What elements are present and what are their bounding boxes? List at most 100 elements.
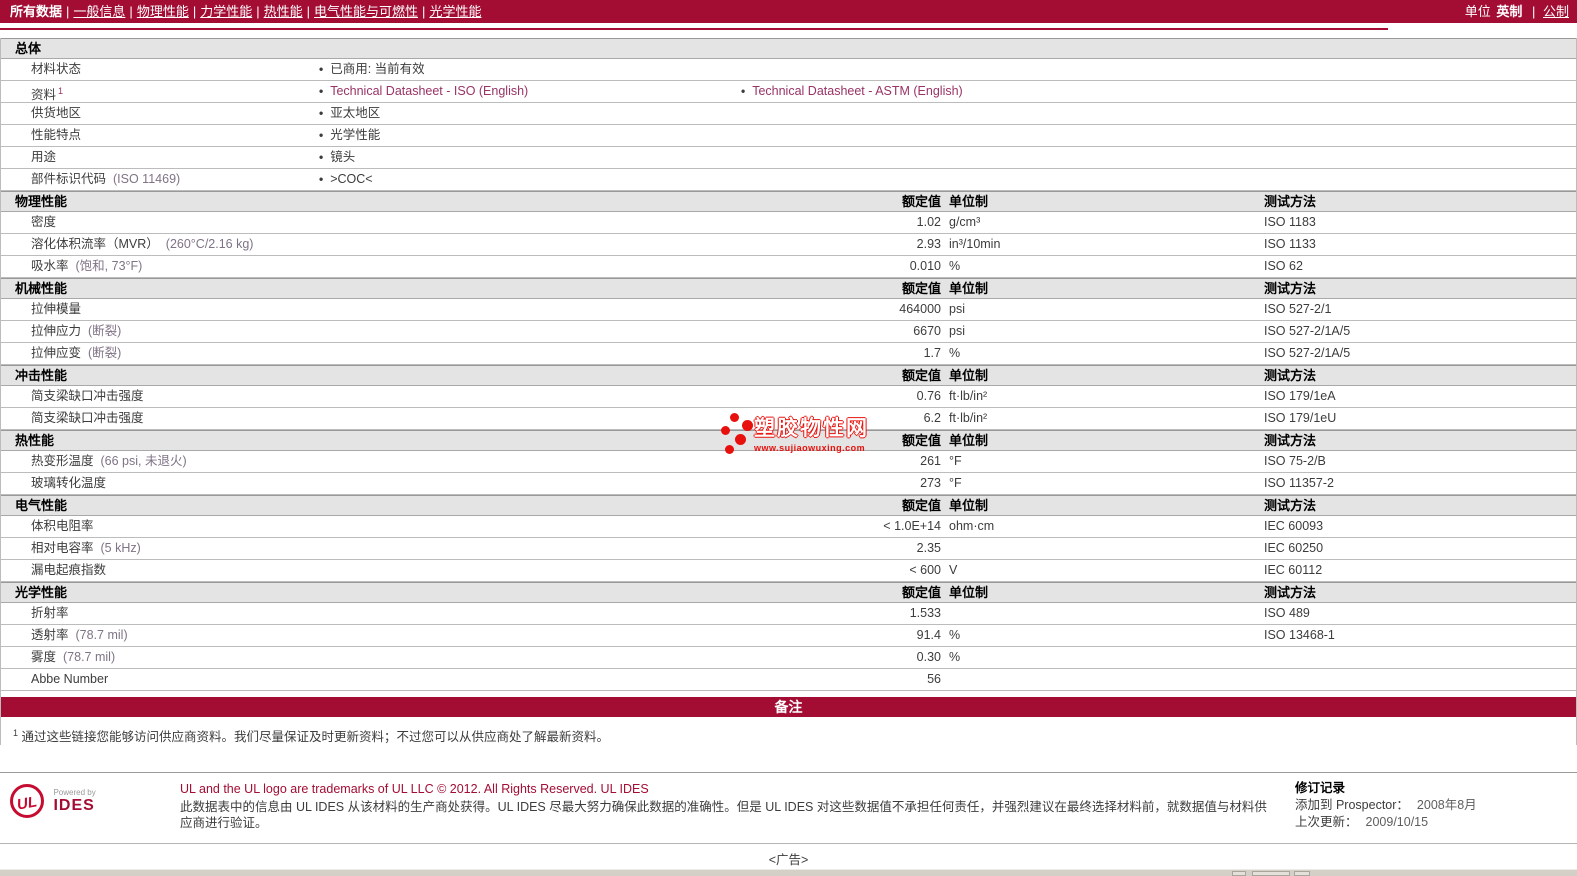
- ul-logo-icon: UL: [10, 784, 44, 818]
- test-method: ISO 13468-1: [1264, 628, 1335, 642]
- test-method: ISO 527-2/1: [1264, 302, 1332, 316]
- footnote-ref[interactable]: 1: [58, 86, 63, 96]
- property-label-text: 体积电阻率: [31, 519, 94, 533]
- taskbar-strip[interactable]: [0, 869, 1577, 876]
- table-row: 折射率 1.533 ISO 489: [1, 603, 1576, 625]
- test-method: ISO 1133: [1264, 237, 1316, 251]
- bullet-value: • 光学性能: [319, 125, 380, 146]
- unit-imperial-current: 英制: [1496, 4, 1523, 19]
- datasheet-link[interactable]: • Technical Datasheet - ASTM (English): [741, 81, 963, 102]
- property-value: 2.93: [916, 237, 941, 251]
- property-label: Abbe Number: [31, 669, 108, 690]
- property-unit: ft·lb/in²: [949, 389, 988, 403]
- property-label-text: 简支梁缺口冲击强度: [31, 411, 144, 425]
- table-row: 溶化体积流率（MVR） (260°C/2.16 kg) 2.93 in³/10min I…: [1, 234, 1576, 256]
- bullet-icon: •: [319, 84, 324, 98]
- table-row: 体积电阻率 < 1.0E+14 ohm·cm IEC 60093: [1, 516, 1576, 538]
- bullet-text: 已商用: 当前有效: [330, 62, 425, 76]
- property-value: < 600: [909, 563, 941, 577]
- property-condition: (78.7 mil): [63, 650, 116, 664]
- nav-item-2[interactable]: 物理性能: [137, 4, 189, 19]
- test-method: ISO 75-2/B: [1264, 454, 1326, 468]
- property-label: 性能特点: [31, 125, 81, 146]
- ad-placeholder: <广告>: [768, 853, 809, 867]
- property-label: 折射率: [31, 603, 69, 624]
- test-method: ISO 527-2/1A/5: [1264, 346, 1351, 360]
- revision-updated-value: 2009/10/15: [1365, 815, 1429, 829]
- footnote-number: 1: [13, 727, 19, 738]
- property-value: 1.7: [923, 346, 941, 360]
- nav-separator: |: [1531, 4, 1536, 19]
- table-row: 部件标识代码 (ISO 11469) • >COC<: [1, 169, 1576, 191]
- table-row: 吸水率 (饱和, 73°F) 0.010% ISO 62: [1, 256, 1576, 278]
- property-value: 0.30: [916, 650, 941, 664]
- property-condition: (ISO 11469): [113, 172, 181, 186]
- section-header: 物理性能 额定值 单位制 测试方法: [1, 191, 1576, 212]
- property-label-text: 密度: [31, 215, 57, 229]
- property-label: 透射率 (78.7 mil): [31, 625, 128, 646]
- datasheet-table: 总体 材料状态 • 已商用: 当前有效 资料 1 • Technical Datasheet …: [0, 38, 1577, 745]
- column-header-unit: 单位制: [949, 368, 989, 383]
- column-header-value: 额定值: [901, 194, 941, 209]
- property-label-text: 透射率: [31, 628, 69, 642]
- section-title: 机械性能: [15, 281, 68, 296]
- bullet-text: 镜头: [330, 150, 356, 164]
- column-header-value: 额定值: [901, 368, 941, 383]
- nav-item-3[interactable]: 力学性能: [200, 4, 252, 19]
- nav-item-6[interactable]: 光学性能: [429, 4, 481, 19]
- section-header: 光学性能 额定值 单位制 测试方法: [1, 582, 1576, 603]
- bullet-value: • 亚太地区: [319, 103, 380, 124]
- datasheet-link[interactable]: • Technical Datasheet - ISO (English): [319, 81, 528, 102]
- table-row: 拉伸应变 (断裂) 1.7% ISO 527-2/1A/5: [1, 343, 1576, 365]
- property-label: 雾度 (78.7 mil): [31, 647, 115, 668]
- disclaimer-text: 此数据表中的信息由 UL IDES 从该材料的生产商处获得。UL IDES 尽最…: [180, 800, 1267, 830]
- property-label: 材料状态: [31, 59, 81, 80]
- property-condition: (断裂): [88, 324, 122, 338]
- section-title: 光学性能: [15, 585, 68, 600]
- revision-updated-row: 上次更新： 2009/10/15: [1295, 814, 1477, 831]
- column-header-method: 测试方法: [1264, 585, 1317, 600]
- table-body: 总体 材料状态 • 已商用: 当前有效 资料 1 • Technical Datasheet …: [1, 38, 1576, 691]
- nav-item-5[interactable]: 电气性能与可燃性: [314, 4, 418, 19]
- top-navigation-bar: 所有数据 | 一般信息 | 物理性能 | 力学性能 | 热性能 | 电气性能与可燃性 | 光学性能 单位…: [0, 0, 1577, 23]
- section-header: 冲击性能 额定值 单位制 测试方法: [1, 365, 1576, 386]
- table-row: 相对电容率 (5 kHz) 2.35 IEC 60250: [1, 538, 1576, 560]
- property-label-text: Abbe Number: [31, 672, 109, 686]
- nav-item-0[interactable]: 所有数据: [10, 4, 62, 19]
- property-label: 用途: [31, 147, 56, 168]
- bullet-text: 光学性能: [330, 128, 381, 142]
- nav-separator: |: [66, 4, 70, 19]
- table-row: 玻璃转化温度 273 °F ISO 11357-2: [1, 473, 1576, 495]
- property-value: 273: [920, 476, 941, 490]
- property-label: 供货地区: [31, 103, 81, 124]
- property-unit: %: [949, 650, 961, 664]
- nav-separator: |: [256, 4, 260, 19]
- section-title: 冲击性能: [15, 368, 68, 383]
- property-value: < 1.0E+14: [883, 519, 941, 533]
- watermark-name: 塑胶物性网: [754, 417, 869, 440]
- test-method: ISO 489: [1264, 606, 1310, 620]
- property-label-text: 资料: [31, 88, 57, 103]
- property-label-text: 拉伸应变: [31, 346, 82, 360]
- nav-item-1[interactable]: 一般信息: [73, 4, 125, 19]
- property-label-text: 性能特点: [31, 128, 82, 142]
- column-header-method: 测试方法: [1264, 194, 1317, 209]
- bullet-value: • 镜头: [319, 147, 355, 168]
- section-title: 物理性能: [15, 194, 68, 209]
- footer-text: UL and the UL logo are trademarks of UL …: [180, 782, 1275, 831]
- property-unit: g/cm³: [949, 215, 981, 229]
- revision-updated-label: 上次更新：: [1295, 815, 1358, 829]
- table-row: Abbe Number 56: [1, 669, 1576, 691]
- unit-metric-link[interactable]: 公制: [1543, 4, 1569, 19]
- property-unit: °F: [949, 476, 962, 490]
- nav-item-4[interactable]: 热性能: [264, 4, 303, 19]
- table-row: 拉伸模量 464000 psi ISO 527-2/1: [1, 299, 1576, 321]
- property-label-text: 拉伸应力: [31, 324, 82, 338]
- ul-ides-logo: UL Powered by IDES: [10, 784, 175, 818]
- unit-selector: 单位 英制 | 公制: [1465, 0, 1569, 23]
- nav-separator: |: [422, 4, 426, 19]
- property-unit: psi: [949, 324, 965, 338]
- bullet-value: • >COC<: [319, 169, 373, 190]
- bullet-icon: •: [741, 84, 746, 98]
- property-label: 拉伸应变 (断裂): [31, 343, 121, 364]
